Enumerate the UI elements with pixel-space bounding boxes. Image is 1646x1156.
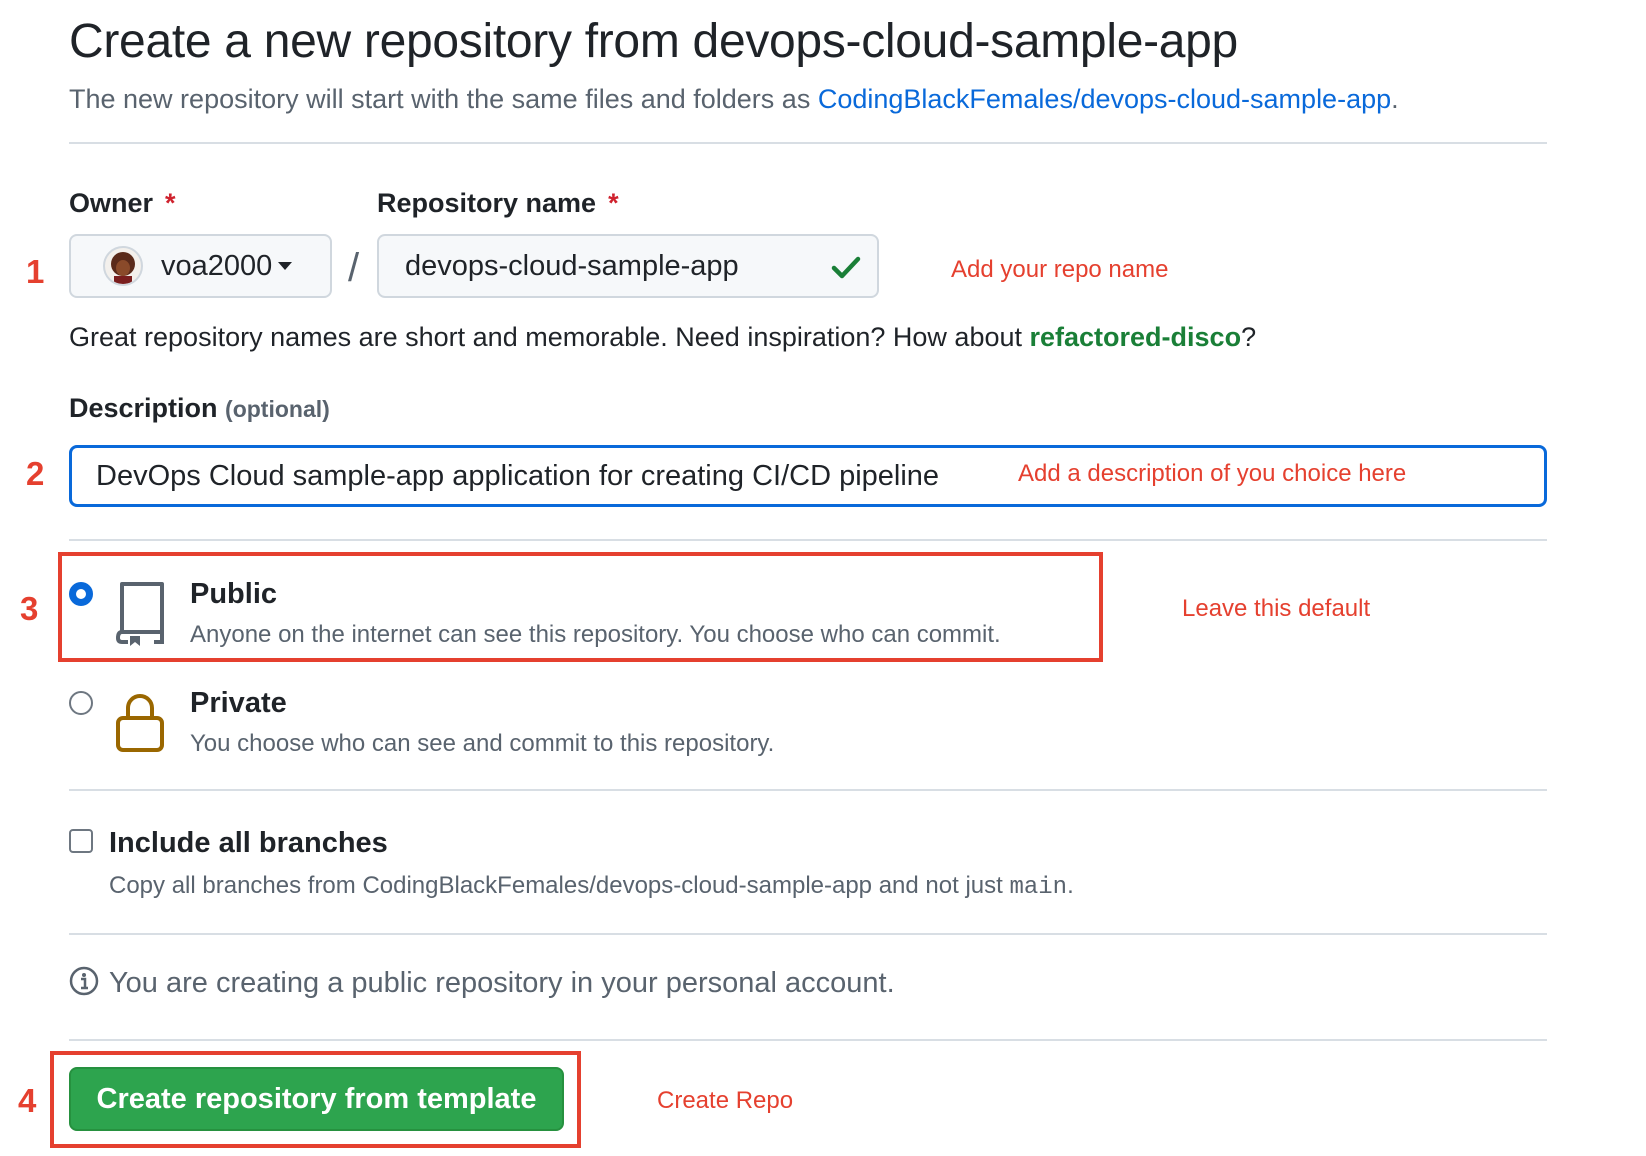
public-option-title: Public <box>190 578 278 610</box>
repo-name-hint: Great repository names are short and mem… <box>69 322 1256 353</box>
public-option-desc: Anyone on the internet can see this repo… <box>190 621 1001 648</box>
subtitle-prefix: The new repository will start with the s… <box>69 84 818 114</box>
private-option-title: Private <box>190 687 287 719</box>
repo-name-required-mark: * <box>608 188 619 218</box>
lock-icon <box>116 694 164 752</box>
repo-name-input[interactable]: devops-cloud-sample-app <box>377 234 879 298</box>
name-suggestion-link[interactable]: refactored-disco <box>1030 322 1242 352</box>
owner-required-mark: * <box>165 188 176 218</box>
owner-name: voa2000 <box>161 249 273 282</box>
annotation-step-4: 4 <box>18 1082 37 1119</box>
page-title: Create a new repository from devops-clou… <box>69 15 1238 68</box>
visibility-notice: You are creating a public repository in … <box>109 967 895 999</box>
page-subtitle: The new repository will start with the s… <box>69 84 1399 115</box>
divider <box>69 539 1547 541</box>
description-label-text: Description <box>69 393 218 423</box>
repo-icon <box>115 582 164 646</box>
hint-prefix: Great repository names are short and mem… <box>69 322 1030 352</box>
divider <box>69 789 1547 791</box>
branch-name-code: main <box>1009 874 1068 901</box>
include-branches-label: Include all branches <box>109 827 388 859</box>
caret-down-icon <box>278 262 293 270</box>
include-branches-checkbox[interactable] <box>69 829 93 853</box>
hint-suffix: ? <box>1241 322 1257 352</box>
public-radio[interactable] <box>69 582 93 606</box>
branches-desc-suffix: . <box>1067 872 1074 899</box>
owner-repo-separator: / <box>348 246 360 290</box>
owner-label-text: Owner <box>69 188 154 218</box>
create-repository-button[interactable]: Create repository from template <box>69 1067 564 1131</box>
avatar <box>103 246 143 286</box>
template-repo-link[interactable]: CodingBlackFemales/devops-cloud-sample-a… <box>818 84 1391 114</box>
divider <box>69 1039 1547 1041</box>
divider <box>69 142 1547 144</box>
repo-name-label-text: Repository name <box>377 188 597 218</box>
annotation-step-2: 2 <box>26 455 45 492</box>
description-label: Description (optional) <box>69 393 330 424</box>
optional-tag: (optional) <box>225 396 330 422</box>
annotation-repo-name-note: Add your repo name <box>951 256 1169 283</box>
repo-name-value: devops-cloud-sample-app <box>405 249 739 282</box>
annotation-description-note: Add a description of you choice here <box>1018 460 1407 487</box>
subtitle-suffix: . <box>1391 84 1399 114</box>
private-option-desc: You choose who can see and commit to thi… <box>190 730 775 757</box>
annotation-create-note: Create Repo <box>657 1087 794 1114</box>
info-icon <box>69 966 99 996</box>
include-branches-desc: Copy all branches from CodingBlackFemale… <box>109 872 1074 901</box>
annotation-step-1: 1 <box>26 253 45 290</box>
annotation-visibility-note: Leave this default <box>1182 595 1371 622</box>
owner-label: Owner * <box>69 188 176 219</box>
divider <box>69 933 1547 935</box>
check-icon <box>831 256 861 279</box>
owner-dropdown[interactable]: voa2000 <box>69 234 332 298</box>
annotation-step-3: 3 <box>20 590 39 627</box>
repo-name-label: Repository name * <box>377 188 619 219</box>
description-value: DevOps Cloud sample-app application for … <box>96 459 940 492</box>
branches-desc-prefix: Copy all branches from CodingBlackFemale… <box>109 872 1010 899</box>
private-radio[interactable] <box>69 691 93 715</box>
